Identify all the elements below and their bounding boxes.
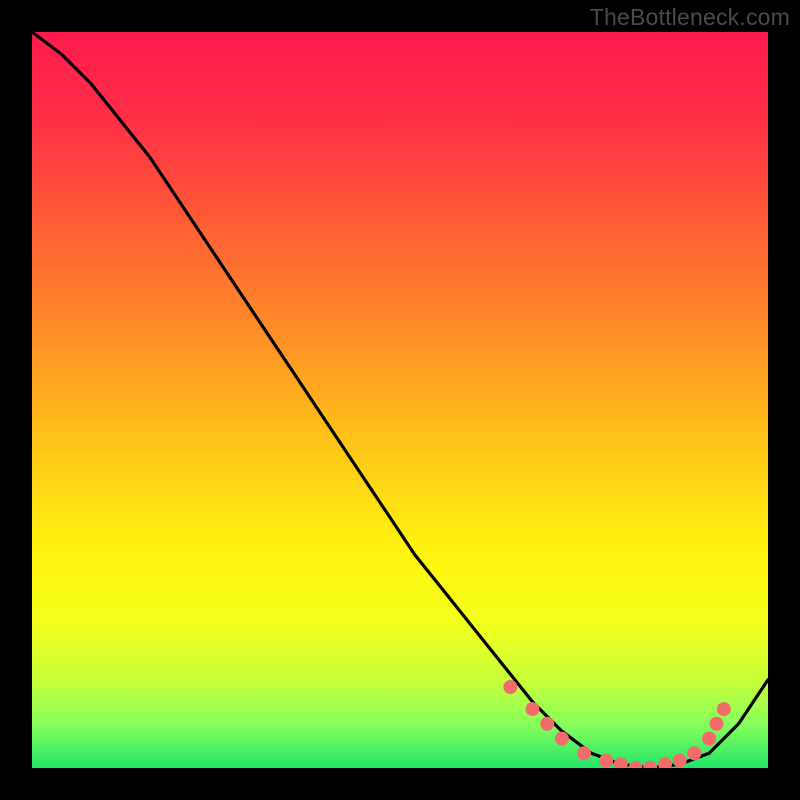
data-marker: [541, 717, 554, 730]
data-marker: [526, 703, 539, 716]
data-marker: [703, 732, 716, 745]
data-marker: [614, 758, 627, 768]
data-marker: [555, 732, 568, 745]
data-marker: [717, 703, 730, 716]
chart-svg: [32, 32, 768, 768]
chart-plot-area: [32, 32, 768, 768]
data-marker: [578, 747, 591, 760]
data-marker: [659, 758, 672, 768]
data-marker: [673, 754, 686, 767]
data-marker: [600, 754, 613, 767]
watermark-text: TheBottleneck.com: [590, 4, 790, 31]
chart-frame: TheBottleneck.com: [0, 0, 800, 800]
gradient-background: [32, 32, 768, 768]
data-marker: [688, 747, 701, 760]
data-marker: [710, 717, 723, 730]
data-marker: [504, 681, 517, 694]
